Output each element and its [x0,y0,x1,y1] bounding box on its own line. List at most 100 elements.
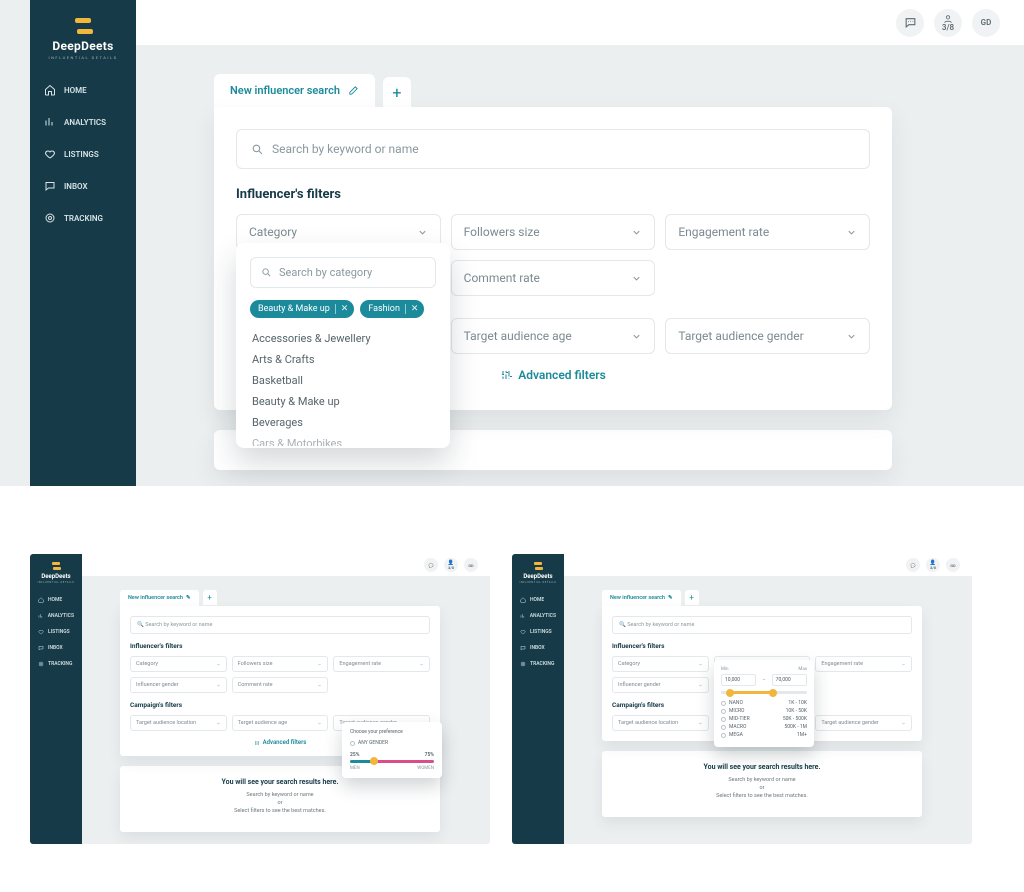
filter-engagement[interactable]: Engagement rate [333,656,430,672]
sidebar-item-analytics[interactable]: ANALYTICS [30,608,82,624]
credits-icon [943,14,953,24]
sidebar-item-inbox[interactable]: INBOX [512,640,564,656]
max-input[interactable]: 70,000 [772,674,807,686]
tier-option[interactable]: MICRO10K - 50K [721,708,807,714]
credits-button[interactable]: 3/8 [934,9,962,37]
sidebar-item-inbox[interactable]: INBOX [30,640,82,656]
filter-gender[interactable]: Influencer gender [612,677,709,693]
credits-button[interactable]: 👤3/8 [444,558,458,572]
sliders-icon [500,369,512,381]
filter-label: Followers size [464,225,540,239]
sidebar-label: TRACKING [64,214,103,223]
thumbnail-gender-popover: DeepDeetsINFLUENTIAL DETAILS HOME ANALYT… [30,554,490,844]
slider-thumb[interactable] [370,757,378,765]
scrollbar-thumb[interactable] [432,330,435,382]
filter-comment-rate[interactable]: Comment rate [232,677,329,693]
filter-engagement[interactable]: Engagement rate [665,214,870,250]
messages-button[interactable]: 💬 [906,558,920,572]
filter-gender[interactable]: Influencer gender [130,677,227,693]
messages-button[interactable] [896,9,924,37]
sidebar-item-inbox[interactable]: INBOX [30,170,136,202]
tier-option[interactable]: MEGA1M+ [721,732,807,738]
tier-option[interactable]: MID-TIER50K - 500K [721,716,807,722]
tab-label: New influencer search [230,84,340,97]
tier-option[interactable]: MACRO500K - 1M [721,724,807,730]
advanced-label: Advanced filters [518,368,606,382]
followers-popover: MinMax 10,000 – 70,000 NANO1K - 10K MICR… [714,660,814,747]
filter-category[interactable]: Category [130,656,227,672]
sidebar-item-tracking[interactable]: TRACKING [512,656,564,672]
chevron-down-icon [631,227,642,238]
filter-target-location[interactable]: Target audience location [612,715,709,731]
sidebar-item-listings[interactable]: LISTINGS [30,624,82,640]
content-area: 3/8 GD New influencer search + Search by… [136,0,1024,486]
gender-popover: Choose your preference ANY GENDER 25%75%… [342,722,442,778]
brand-name: DeepDeets [30,39,136,53]
thumbnail-followers-popover: DeepDeetsINFLUENTIAL DETAILS HOME ANALYT… [512,554,972,844]
tab-add-button[interactable]: + [685,590,699,605]
filter-target-age[interactable]: Target audience age [232,715,329,731]
tab-new-search[interactable]: New influencer search ✎ [602,590,681,606]
min-input[interactable]: 10,000 [721,674,756,686]
tab-new-search[interactable]: New influencer search [214,74,375,107]
search-input[interactable]: 🔍 Search by keyword or name [130,616,430,634]
category-option[interactable]: Arts & Crafts [250,349,436,370]
sidebar-label: LISTINGS [64,150,99,159]
chevron-down-icon [631,331,642,342]
sidebar-label: INBOX [64,182,88,191]
filter-category[interactable]: Category [612,656,709,672]
tabbar: New influencer search + [214,74,1024,107]
sidebar-item-home[interactable]: HOME [512,592,564,608]
category-dropdown: Search by category Beauty & Make up ✕ Fa… [236,243,450,448]
analytics-icon [44,116,56,128]
category-option[interactable]: Basketball [250,370,436,391]
filter-target-gender[interactable]: Target audience gender [665,318,870,354]
category-option[interactable]: Beverages [250,412,436,433]
filter-comment-rate[interactable]: Comment rate [451,260,656,296]
credits-button[interactable]: 👤3/8 [926,558,940,572]
search-panel: 🔍 Search by keyword or name Influencer's… [602,606,922,741]
tier-option[interactable]: NANO1K - 10K [721,700,807,706]
category-search-input[interactable]: Search by category [250,257,436,288]
sidebar-item-tracking[interactable]: TRACKING [30,656,82,672]
tab-add-button[interactable]: + [203,590,217,605]
category-option[interactable]: Cars & Motorbikes [250,433,436,446]
sidebar-item-analytics[interactable]: ANALYTICS [30,106,136,138]
search-placeholder: Search by keyword or name [272,142,419,156]
filter-target-age[interactable]: Target audience age [451,318,656,354]
chip-fashion[interactable]: Fashion ✕ [360,300,424,318]
filter-engagement[interactable]: Engagement rate [815,656,912,672]
sidebar-item-tracking[interactable]: TRACKING [30,202,136,234]
close-icon[interactable]: ✕ [341,304,349,314]
range-slider[interactable] [721,691,807,694]
avatar[interactable]: GD [972,9,1000,37]
category-option[interactable]: Accessories & Jewellery [250,328,436,349]
avatar[interactable]: GD [464,558,478,572]
avatar[interactable]: GD [946,558,960,572]
sidebar-item-listings[interactable]: LISTINGS [30,138,136,170]
sidebar: DeepDeets INFLUENTIAL DETAILS HOME ANALY… [30,0,136,486]
filter-target-gender[interactable]: Target audience gender [815,715,912,731]
brand-logo: DeepDeets INFLUENTIAL DETAILS [30,18,136,60]
tab-add-button[interactable]: + [383,77,411,107]
radio-any-gender[interactable]: ANY GENDER [350,740,434,746]
messages-button[interactable]: 💬 [424,558,438,572]
sidebar-item-home[interactable]: HOME [30,74,136,106]
section-influencer-filters: Influencer's filters [236,187,870,202]
sidebar-item-listings[interactable]: LISTINGS [512,624,564,640]
slider-thumb-min[interactable] [726,689,734,697]
category-option[interactable]: Beauty & Make up [250,391,436,412]
brand-tagline: INFLUENTIAL DETAILS [30,55,136,60]
slider-thumb-max[interactable] [769,689,777,697]
filter-target-location[interactable]: Target audience location [130,715,227,731]
search-input[interactable]: 🔍 Search by keyword or name [612,616,912,634]
filter-followers[interactable]: Followers size [232,656,329,672]
close-icon[interactable]: ✕ [411,304,419,314]
chip-beauty[interactable]: Beauty & Make up ✕ [250,300,354,318]
sidebar-item-home[interactable]: HOME [30,592,82,608]
filter-followers[interactable]: Followers size [451,214,656,250]
gender-slider[interactable]: 25%75% MENWOMEN [350,752,434,771]
sidebar-item-analytics[interactable]: ANALYTICS [512,608,564,624]
search-input[interactable]: Search by keyword or name [236,129,870,169]
tab-new-search[interactable]: New influencer search ✎ [120,590,199,606]
